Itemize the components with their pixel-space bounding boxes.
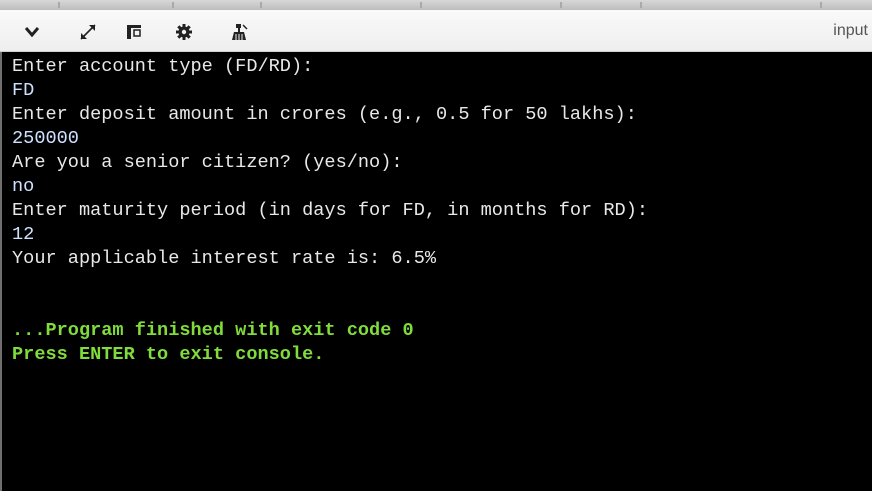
console-output[interactable]: Enter account type (FD/RD): FD Enter dep… — [0, 52, 872, 491]
strip-mark — [420, 2, 422, 8]
console-input-echo: 250000 — [12, 128, 79, 149]
strip-mark — [58, 2, 60, 8]
console-line: Are you a senior citizen? (yes/no): — [12, 152, 403, 173]
strip-mark — [172, 2, 174, 8]
strip-mark — [560, 2, 562, 8]
console-line: Your applicable interest rate is: 6.5% — [12, 248, 437, 269]
strip-mark — [260, 2, 262, 8]
console-line: Enter maturity period (in days for FD, i… — [12, 200, 649, 221]
console-line: Enter account type (FD/RD): — [12, 56, 314, 77]
broom-icon — [232, 24, 248, 40]
console-input-echo: 12 — [12, 224, 35, 245]
console-input-echo: FD — [12, 80, 35, 101]
expand-arrows-icon — [80, 24, 96, 40]
console-toolbar: input — [0, 10, 872, 52]
settings-button[interactable] — [170, 18, 198, 46]
tab-input[interactable]: input — [833, 22, 868, 40]
chevron-down-icon — [25, 27, 39, 37]
layout-button[interactable] — [120, 18, 148, 46]
exit-hint-line: Press ENTER to exit console. — [12, 344, 325, 365]
exit-status-line: ...Program finished with exit code 0 — [12, 320, 414, 341]
gear-icon — [176, 24, 192, 40]
console-line: Enter deposit amount in crores (e.g., 0.… — [12, 104, 637, 125]
strip-mark — [820, 2, 822, 8]
window-top-strip — [0, 0, 872, 10]
panel-layout-icon — [127, 25, 141, 39]
clean-button[interactable] — [226, 18, 254, 46]
console-input-echo: no — [12, 176, 35, 197]
collapse-button[interactable] — [18, 18, 46, 46]
strip-mark — [640, 2, 642, 8]
expand-button[interactable] — [74, 18, 102, 46]
